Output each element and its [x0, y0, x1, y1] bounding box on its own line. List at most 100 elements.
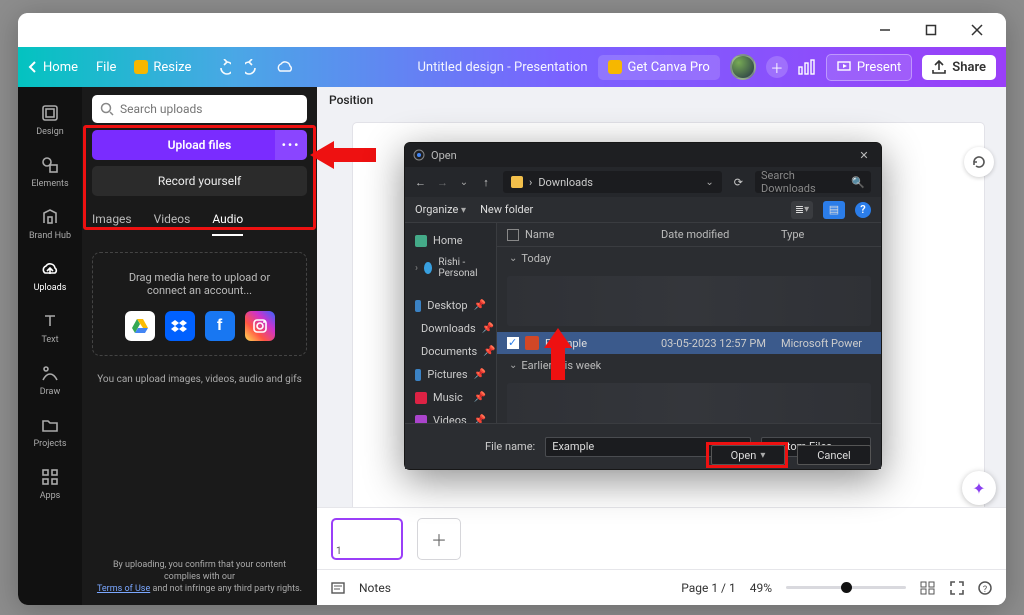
svg-text:?: ?: [983, 585, 987, 595]
add-slide-button[interactable]: ＋: [417, 518, 461, 560]
dialog-sidebar: Home ›Rishi - Personal Desktop📌 Download…: [405, 223, 497, 423]
facebook-icon[interactable]: f: [205, 311, 235, 341]
powerpoint-icon: [525, 336, 539, 350]
refresh-icon[interactable]: ⟳: [734, 176, 743, 189]
rail-draw[interactable]: Draw: [18, 355, 82, 407]
dialog-titlebar: Open ✕: [405, 143, 881, 167]
instagram-icon[interactable]: [245, 311, 275, 341]
dialog-search[interactable]: Search Downloads 🔍: [755, 171, 871, 193]
nav-recent-icon[interactable]: ⌄: [459, 177, 469, 188]
organize-menu[interactable]: Organize ▾: [415, 203, 466, 216]
view-mode-button[interactable]: ≣ ▾: [791, 201, 813, 219]
top-nav: Home File Resize Untitled design - Prese…: [18, 47, 1006, 87]
group-today[interactable]: ⌄Today: [497, 247, 881, 270]
file-list: Name Date modified Type ⌄Today Example 0…: [497, 223, 881, 423]
rail-apps[interactable]: Apps: [18, 459, 82, 511]
maximize-button[interactable]: [908, 13, 954, 47]
desktop-icon: [415, 300, 421, 312]
present-icon: [837, 61, 851, 73]
resize-button[interactable]: Resize: [134, 60, 191, 75]
side-downloads[interactable]: Downloads📌: [405, 317, 496, 340]
magic-fab[interactable]: ✦: [962, 471, 996, 505]
uploads-panel: Upload files ••• Record yourself Images …: [82, 87, 317, 605]
dropbox-icon[interactable]: [165, 311, 195, 341]
search-input[interactable]: [120, 102, 299, 116]
tab-videos[interactable]: Videos: [154, 212, 191, 236]
filmstrip: 1 ＋: [317, 507, 1006, 569]
share-button[interactable]: Share: [922, 55, 996, 80]
group-earlier[interactable]: ⌄Earlier this week: [497, 354, 881, 377]
file-menu[interactable]: File: [96, 60, 116, 75]
present-button[interactable]: Present: [826, 54, 912, 81]
tab-audio[interactable]: Audio: [212, 212, 243, 236]
crown-icon: [134, 60, 148, 74]
close-button[interactable]: [954, 13, 1000, 47]
notes-button[interactable]: Notes: [359, 581, 391, 595]
chevron-left-icon: [28, 61, 38, 73]
preview-pane-button[interactable]: ▤: [823, 201, 845, 219]
tab-images[interactable]: Images: [92, 212, 132, 236]
col-header-date[interactable]: Date modified: [661, 228, 781, 241]
page-indicator[interactable]: Page 1 / 1: [681, 581, 736, 595]
nav-back-icon[interactable]: ←: [415, 176, 425, 189]
side-desktop[interactable]: Desktop📌: [405, 294, 496, 317]
help-icon[interactable]: ?: [978, 581, 992, 595]
grid-view-icon[interactable]: [920, 581, 936, 595]
file-row-example[interactable]: Example 03-05-2023 12:57 PM Microsoft Po…: [497, 332, 881, 354]
chrome-icon: [413, 149, 425, 161]
side-rail: Design Elements Brand Hub Uploads Text D…: [18, 87, 82, 605]
refresh-fab[interactable]: [964, 147, 994, 177]
upload-files-button[interactable]: Upload files •••: [92, 130, 307, 160]
zoom-slider[interactable]: [786, 586, 906, 589]
path-bar[interactable]: › Downloads ⌄: [503, 171, 722, 193]
file-checkbox[interactable]: [507, 337, 519, 349]
rail-design[interactable]: Design: [18, 95, 82, 147]
slide-thumb-1[interactable]: 1: [331, 518, 403, 560]
zoom-value[interactable]: 49%: [750, 581, 772, 595]
position-button[interactable]: Position: [329, 93, 373, 107]
cloud-sync-icon[interactable]: [275, 59, 293, 75]
rail-elements[interactable]: Elements: [18, 147, 82, 199]
rail-text[interactable]: Text: [18, 303, 82, 355]
side-personal[interactable]: ›Rishi - Personal: [405, 252, 496, 284]
pictures-icon: [415, 369, 421, 381]
rail-uploads[interactable]: Uploads: [18, 251, 82, 303]
back-home[interactable]: Home: [28, 60, 78, 75]
select-all-checkbox[interactable]: [507, 229, 519, 241]
get-pro-button[interactable]: Get Canva Pro: [598, 55, 720, 80]
analytics-icon[interactable]: [798, 59, 816, 75]
side-music[interactable]: Music📌: [405, 386, 496, 409]
nav-forward-icon[interactable]: →: [437, 176, 447, 189]
record-yourself-button[interactable]: Record yourself: [92, 166, 307, 196]
redo-icon[interactable]: [245, 59, 261, 75]
folder-icon: [511, 176, 523, 188]
side-documents[interactable]: Documents📌: [405, 340, 496, 363]
cancel-button[interactable]: Cancel: [797, 445, 871, 465]
search-wrap[interactable]: [92, 95, 307, 123]
side-home[interactable]: Home: [405, 229, 496, 252]
open-button[interactable]: Open ▾: [711, 445, 785, 465]
undo-icon[interactable]: [215, 59, 231, 75]
notes-icon: [331, 581, 345, 595]
minimize-button[interactable]: [862, 13, 908, 47]
google-drive-icon[interactable]: [125, 311, 155, 341]
terms-link[interactable]: Terms of Use: [97, 584, 150, 594]
new-folder-button[interactable]: New folder: [480, 203, 533, 216]
document-title[interactable]: Untitled design - Presentation: [418, 60, 588, 75]
dropzone[interactable]: Drag media here to upload or connect an …: [92, 252, 307, 356]
rail-projects[interactable]: Projects: [18, 407, 82, 459]
rail-brandhub[interactable]: Brand Hub: [18, 199, 82, 251]
upload-more-icon[interactable]: •••: [275, 130, 307, 160]
music-icon: [415, 392, 427, 404]
dialog-close-button[interactable]: ✕: [855, 149, 873, 162]
col-header-type[interactable]: Type: [781, 228, 871, 241]
add-member-button[interactable]: ＋: [766, 56, 788, 78]
help-icon[interactable]: ?: [855, 202, 871, 218]
col-header-name[interactable]: Name: [525, 228, 554, 241]
avatar[interactable]: [730, 54, 756, 80]
fullscreen-icon[interactable]: [950, 581, 964, 595]
window-titlebar: [18, 13, 1006, 47]
side-pictures[interactable]: Pictures📌: [405, 363, 496, 386]
file-placeholder: [507, 276, 871, 326]
nav-up-icon[interactable]: ↑: [481, 176, 491, 189]
